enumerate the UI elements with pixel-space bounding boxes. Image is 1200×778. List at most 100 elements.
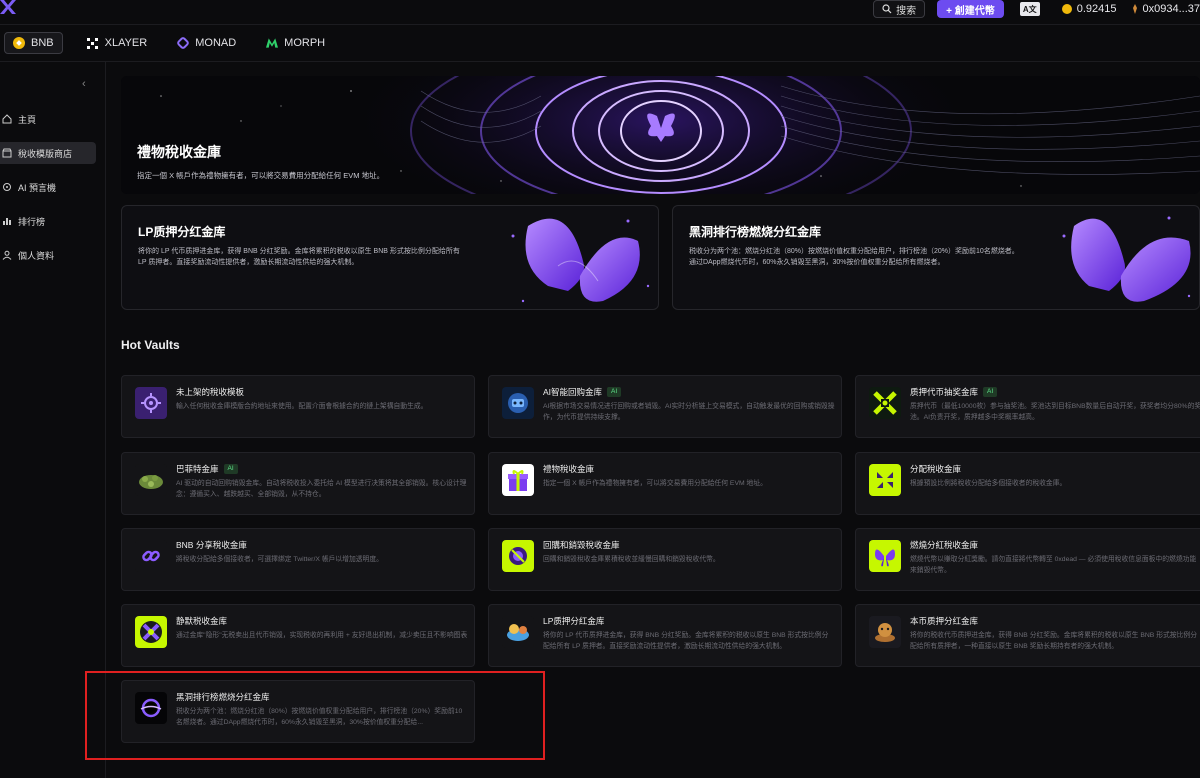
butterfly-art — [511, 218, 650, 303]
store-icon — [2, 148, 12, 158]
sidebar-item-ai-oracle[interactable]: AI 預言機 — [0, 176, 96, 198]
butterfly-art — [1062, 216, 1191, 302]
bnb-icon — [13, 37, 25, 49]
vault-description: 质押代币（最低10000枚）参与抽奖池。奖池达到目标BNB数量后自动开奖，获奖者… — [910, 403, 1200, 421]
create-token-button[interactable]: + 創建代幣 — [937, 0, 1004, 18]
vault-card[interactable]: 燃燒分紅稅收金庫燃燒代幣以賺取分紅獎勵。請勿直接將代幣轉至 0xdead — 必… — [855, 528, 1200, 591]
vault-title: 质押代币抽奖金库 — [910, 387, 979, 397]
chain-label: BNB — [31, 37, 54, 49]
banner-lp-staking[interactable]: LP质押分红金库 将你的 LP 代币质押进金库，获得 BNB 分红奖励。金库将累… — [121, 205, 659, 310]
vault-title: BNB 分享稅收金庫 — [176, 540, 247, 550]
profile-icon — [2, 250, 12, 260]
vault-card[interactable]: AI智能回购金库 AI AI根据市场交易情况进行回购或者销毁。AI实时分析链上交易模… — [488, 375, 842, 438]
sidebar-item-label: 主頁 — [18, 114, 37, 125]
vault-title-row: 巴菲特金庫 AI — [176, 463, 238, 475]
vault-title-row: BNB 分享稅收金庫 — [176, 539, 247, 551]
chain-label: MORPH — [284, 37, 326, 49]
vault-card[interactable]: 回購和銷毀稅收金庫回購和銷毀稅收金庫累積稅收並緩慢回購和銷毀稅收代幣。 — [488, 528, 842, 591]
vault-title: 黑洞排行榜燃烧分红金库 — [176, 692, 270, 702]
chain-tab-monad[interactable]: MONAD — [171, 32, 242, 54]
chain-label: XLAYER — [104, 37, 148, 49]
vault-title: AI智能回购金库 — [543, 387, 603, 397]
hero-description: 指定一個 X 帳戶作為禮物擁有者，可以將交易費用分配給任何 EVM 地址。 — [137, 171, 385, 180]
search-label: 搜索 — [896, 5, 917, 17]
vault-title-row: 未上架的稅收模板 — [176, 386, 244, 398]
vault-description: 回購和銷毀稅收金庫累積稅收並緩慢回購和銷毀稅收代幣。 — [543, 556, 720, 563]
vault-description: 指定一個 X 帳戶作為禮物擁有者，可以將交易費用分配給任何 EVM 地址。 — [543, 480, 767, 487]
price-value: 0.92415 — [1076, 3, 1117, 15]
morph-icon — [266, 37, 279, 49]
sidebar-item-home[interactable]: 主頁 — [0, 108, 96, 130]
banner-blackhole-ranking[interactable]: 黑洞排行榜燃烧分红金库 税收分为两个池：燃烧分红池（80%）按燃烧价值权重分配给… — [672, 205, 1200, 310]
vault-title-row: LP质押分红金库 — [543, 615, 604, 627]
vault-title: 静默税收金库 — [176, 616, 228, 626]
wallet-address: 0x0934...37 — [1142, 3, 1200, 15]
vault-card[interactable]: BNB 分享稅收金庫 將稅收分配給多個接收者，可選擇綁定 Twitter/X 帳戶… — [121, 528, 475, 591]
blackhole-icon — [135, 692, 167, 724]
vault-description: 根據預設比例將稅收分配給多個接收者的稅收金庫。 — [910, 480, 1067, 487]
banner-description: 将你的 LP 代币质押进金库，获得 BNB 分红奖励。金库将累积的税收以原生 B… — [138, 248, 460, 266]
buffett-icon — [135, 464, 167, 496]
search-icon — [882, 4, 892, 14]
vault-description: 燃燒代幣以賺取分紅獎勵。請勿直接將代幣轉至 0xdead — 必須使用稅收信息面… — [910, 556, 1197, 574]
chain-tab-morph[interactable]: MORPH — [260, 32, 331, 54]
vault-card[interactable]: 巴菲特金庫 AI AI 驱动的自动回购销毁金库。自动将税收投入委托给 AI 模型进行… — [121, 452, 475, 515]
vault-description: AI 驱动的自动回购销毁金库。自动将税收投入委托给 AI 模型进行决策将其全部销… — [176, 480, 467, 498]
vault-description: 税收分为两个池：燃烧分红池（80%）按燃烧价值权重分配给用户，排行榜池（20%）… — [176, 708, 463, 726]
search-button[interactable]: 搜索 — [873, 0, 926, 18]
main-content: 禮物稅收金庫 指定一個 X 帳戶作為禮物擁有者，可以將交易費用分配給任何 EVM… — [85, 62, 1200, 778]
link-icon — [135, 540, 167, 572]
chain-tab-bnb[interactable]: BNB — [4, 32, 63, 54]
vault-title: 未上架的稅收模板 — [176, 387, 245, 397]
vault-card[interactable]: 禮物稅收金庫 指定一個 X 帳戶作為禮物擁有者，可以將交易費用分配給任何 EVM … — [488, 452, 842, 515]
vault-card[interactable]: LP质押分红金库将你的 LP 代币质押进金库，获得 BNB 分红奖励。金库将累积… — [488, 604, 842, 667]
sidebar-item-ranking[interactable]: 排行榜 — [0, 210, 96, 232]
xlayer-icon — [87, 37, 99, 49]
vault-title-row: 本币质押分红金库 — [910, 615, 978, 627]
sidebar: ‹ 主頁 稅收模版商店 AI 預言機 排行榜 個人資料 — [0, 62, 106, 778]
vault-description: AI根据市场交易情况进行回购或者销毁。AI实时分析链上交易模式，自动触发最优的回… — [543, 403, 835, 421]
vault-title-row: 分配稅收金庫 — [910, 463, 961, 475]
vault-card[interactable]: 分配稅收金庫根據預設比例將稅收分配給多個接收者的稅收金庫。 — [855, 452, 1200, 515]
vault-card[interactable]: 黑洞排行榜燃烧分红金库税收分为两个池：燃烧分红池（80%）按燃烧价值权重分配给用… — [121, 680, 475, 743]
chain-tab-xlayer[interactable]: XLAYER — [81, 32, 154, 54]
lottery-icon — [869, 387, 901, 419]
hero-banner[interactable]: 禮物稅收金庫 指定一個 X 帳戶作為禮物擁有者，可以將交易費用分配給任何 EVM… — [121, 76, 1200, 194]
vault-title: 巴菲特金庫 — [176, 464, 219, 474]
vault-title-row: 静默税收金库 — [176, 615, 227, 627]
sidebar-item-profile[interactable]: 個人資料 — [0, 244, 96, 266]
sidebar-item-label: 排行榜 — [18, 216, 46, 227]
home-icon — [2, 114, 12, 124]
vault-title: 分配稅收金庫 — [910, 464, 962, 474]
vault-title: LP质押分红金库 — [543, 616, 605, 626]
ranking-icon — [3, 218, 11, 225]
ai-badge: AI — [607, 387, 622, 397]
vault-title: 回購和銷毀稅收金庫 — [543, 540, 620, 550]
distribute-icon — [869, 464, 901, 496]
sidebar-item-store[interactable]: 稅收模版商店 — [0, 142, 96, 164]
gear-icon — [135, 387, 167, 419]
app-logo-icon[interactable] — [0, 0, 16, 14]
vault-title: 本币质押分红金库 — [910, 616, 979, 626]
vault-card[interactable]: 未上架的稅收模板 輸入任何稅收金庫模版合約地址來使用。配置介面會根據合約的鏈上架構… — [121, 375, 475, 438]
hero-title: 禮物稅收金庫 — [137, 144, 221, 160]
sidebar-item-label: AI 預言機 — [18, 182, 57, 193]
wallet-avatar-icon — [1132, 4, 1137, 14]
wallet-button[interactable]: 0x0934...37 — [1131, 3, 1200, 15]
vault-description: 将你的 LP 代币质押进金库，获得 BNB 分红奖励。金库将累积的税收以原生 B… — [543, 632, 829, 650]
ai-icon — [3, 183, 11, 191]
language-toggle[interactable]: A文 — [1019, 2, 1040, 16]
buyback-icon — [502, 540, 534, 572]
sidebar-item-label: 稅收模版商店 — [18, 148, 73, 159]
vault-title: 燃燒分紅稅收金庫 — [910, 540, 979, 550]
vault-card[interactable]: 质押代币抽奖金库 AI 质押代币（最低10000枚）参与抽奖池。奖池达到目标BNB数… — [855, 375, 1200, 438]
ai-badge: AI — [223, 464, 238, 474]
coin-icon — [1061, 4, 1072, 14]
vault-card[interactable]: 静默税收金库 通过金库"隐形"无税卖出且代币销毁，实现税收的再利用 + 友好退出机… — [121, 604, 475, 667]
chain-label: MONAD — [195, 37, 237, 49]
stake-icon — [869, 616, 901, 648]
vault-card[interactable]: 本币质押分红金库 将你的税收代币质押进金库，获得 BNB 分红奖励。金库将累积的税… — [855, 604, 1200, 667]
banner-description: 税收分为两个池：燃烧分红池（80%）按燃烧价值权重分配给用户，排行榜池（20%）… — [689, 248, 1019, 266]
collapse-sidebar-icon[interactable]: ‹ — [82, 78, 86, 90]
banner-title: 黑洞排行榜燃烧分红金库 — [689, 225, 822, 239]
